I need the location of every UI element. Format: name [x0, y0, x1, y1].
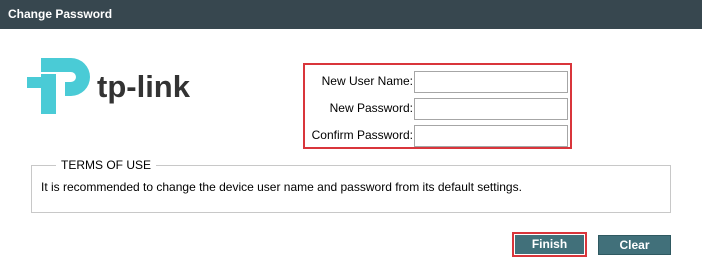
new-password-label: New Password: — [329, 101, 413, 115]
new-user-name-input[interactable] — [414, 71, 568, 93]
terms-of-use-legend: TERMS OF USE — [56, 158, 157, 173]
new-password-row: New Password: — [305, 96, 570, 120]
credentials-form: New User Name: New Password: Confirm Pas… — [303, 63, 572, 149]
confirm-password-label: Confirm Password: — [311, 128, 413, 142]
confirm-password-input[interactable] — [414, 125, 568, 147]
tp-link-logo: tp-link — [27, 52, 199, 116]
change-password-page: Change Password tp-link New User Name: N… — [0, 0, 702, 271]
new-user-name-label: New User Name: — [321, 74, 413, 88]
tp-link-wordmark: tp-link — [97, 69, 191, 104]
confirm-password-row: Confirm Password: — [305, 123, 570, 147]
new-user-name-row: New User Name: — [305, 69, 570, 93]
terms-of-use-text: It is recommended to change the device u… — [41, 180, 522, 194]
terms-of-use-box: TERMS OF USE It is recommended to change… — [31, 158, 671, 213]
finish-button[interactable]: Finish — [515, 235, 584, 254]
new-password-input[interactable] — [414, 98, 568, 120]
tp-link-logo-mark: tp-link — [27, 58, 191, 114]
window-title: Change Password — [8, 7, 113, 21]
clear-button[interactable]: Clear — [598, 235, 671, 255]
window-title-bar: Change Password — [0, 0, 702, 29]
finish-button-highlight: Finish — [512, 232, 587, 257]
